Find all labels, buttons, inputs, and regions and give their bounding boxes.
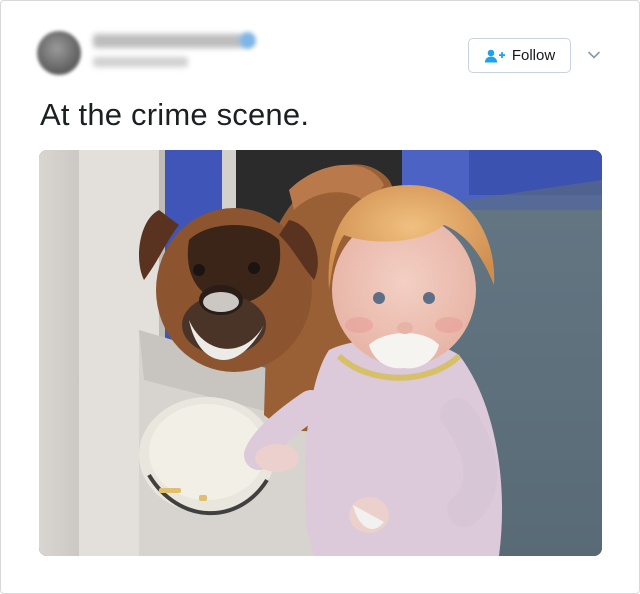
tweet-photo[interactable] [39, 150, 602, 556]
person-plus-icon [484, 49, 505, 62]
photo-illustration [39, 150, 602, 556]
author-name-redacted[interactable] [93, 34, 243, 48]
tweet-card: Follow At the crime scene. [0, 0, 640, 594]
verified-badge-icon [239, 32, 256, 49]
follow-button-label: Follow [511, 47, 556, 64]
chevron-down-icon[interactable] [585, 46, 603, 64]
tweet-text: At the crime scene. [40, 97, 310, 132]
follow-button[interactable]: Follow [468, 38, 571, 73]
avatar[interactable] [37, 31, 81, 75]
author-handle-redacted[interactable] [93, 57, 188, 67]
